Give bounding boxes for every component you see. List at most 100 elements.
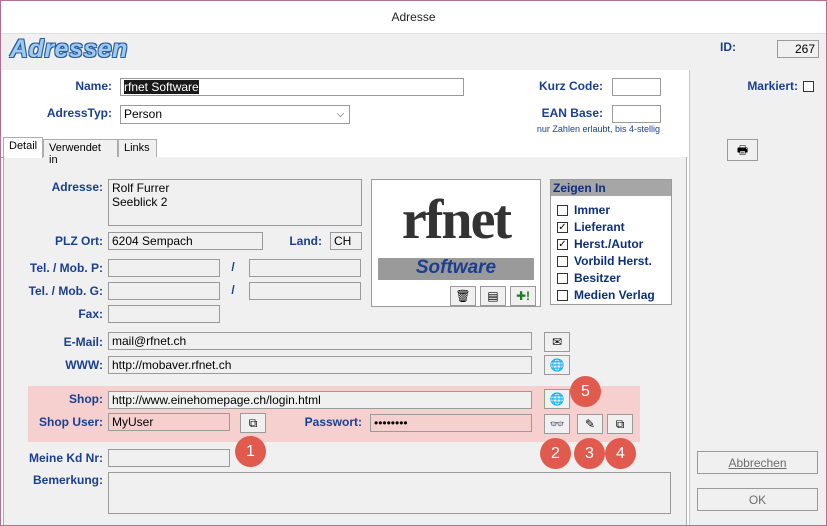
mail-icon: ✉ bbox=[551, 335, 563, 349]
adresstyp-label: AdressTyp: bbox=[46, 106, 112, 120]
show-password-button[interactable]: 👓 bbox=[544, 414, 570, 434]
email-field[interactable]: mail@rfnet.ch bbox=[108, 332, 532, 350]
adresse-line-1: Rolf Furrer bbox=[112, 181, 170, 195]
ok-button[interactable]: OK bbox=[697, 488, 818, 511]
window-title: Adresse bbox=[391, 10, 436, 24]
adresse-line-2: Seeblick 2 bbox=[112, 195, 168, 209]
zeigen-in-item-label: Immer bbox=[574, 203, 611, 217]
tab-detail[interactable]: Detail bbox=[3, 137, 43, 158]
zeigen-in-checkbox[interactable] bbox=[557, 273, 568, 284]
checkmark-icon[interactable]: ✓ bbox=[557, 239, 568, 250]
copy-icon: ⧉ bbox=[248, 416, 258, 430]
open-shop-button[interactable]: 🌐 bbox=[544, 389, 570, 409]
globe-icon: 🌐 bbox=[549, 358, 565, 372]
edit-password-button[interactable]: ✎ bbox=[577, 414, 603, 434]
zeigen-in-checkbox[interactable] bbox=[557, 205, 568, 216]
abbrechen-label: Abbrechen bbox=[728, 455, 787, 470]
badge-1: 1 bbox=[235, 436, 266, 467]
plz-label: PLZ Ort: bbox=[55, 234, 103, 248]
markiert-label: Markiert: bbox=[747, 79, 798, 93]
mob-p-field[interactable] bbox=[249, 259, 361, 277]
kdnr-label: Meine Kd Nr: bbox=[28, 451, 103, 465]
bemerkung-field[interactable] bbox=[108, 472, 671, 514]
zeigen-in-item-label: Herst./Autor bbox=[574, 237, 644, 251]
land-field[interactable]: CH bbox=[330, 232, 362, 250]
zeigen-in-item-label: Lieferant bbox=[574, 220, 625, 234]
zeigen-in-checkbox[interactable] bbox=[557, 256, 568, 267]
fax-label: Fax: bbox=[78, 307, 103, 321]
tel-g-field[interactable] bbox=[108, 282, 220, 300]
bemerkung-label: Bemerkung: bbox=[32, 473, 103, 487]
id-field: 267 bbox=[777, 40, 819, 58]
abbrechen-button[interactable]: Abbrechen bbox=[697, 451, 818, 474]
id-label: ID: bbox=[720, 40, 736, 54]
adresse-field[interactable]: Rolf Furrer Seeblick 2 bbox=[108, 179, 362, 226]
tab-links-label: Links bbox=[124, 142, 150, 154]
ean-label: EAN Base: bbox=[541, 106, 603, 120]
logo-text-top: rfnet bbox=[401, 189, 512, 251]
open-www-button[interactable]: 🌐 bbox=[544, 355, 570, 375]
markiert-checkbox[interactable] bbox=[803, 81, 814, 92]
badge-4: 4 bbox=[605, 438, 636, 469]
ok-label: OK bbox=[748, 492, 767, 507]
email-label: E-Mail: bbox=[63, 335, 103, 349]
tab-detail-label: Detail bbox=[9, 140, 38, 152]
name-label: Name: bbox=[75, 79, 112, 93]
delete-image-button[interactable]: 🗑 bbox=[450, 286, 476, 306]
glasses-icon: 👓 bbox=[549, 417, 565, 431]
send-email-button[interactable]: ✉ bbox=[544, 332, 570, 352]
name-field[interactable]: rfnet Software bbox=[120, 78, 464, 96]
shopuser-label: Shop User: bbox=[38, 415, 103, 429]
logo-box: rfnet Software 🗑 ▤ ✚! bbox=[371, 179, 541, 307]
shop-field[interactable]: http://www.einehomepage.ch/login.html bbox=[108, 391, 532, 409]
window-titlebar: Adresse bbox=[0, 0, 827, 34]
passwort-field[interactable]: •••••••• bbox=[370, 414, 532, 432]
add-image-button[interactable]: ✚! bbox=[510, 286, 536, 306]
name-value: rfnet Software bbox=[124, 80, 199, 94]
image-load-icon: ▤ bbox=[487, 289, 499, 303]
kurzcode-field[interactable] bbox=[612, 78, 661, 96]
ean-hint: nur Zahlen erlaubt, bis 4-stellig bbox=[536, 124, 660, 134]
ean-field[interactable] bbox=[612, 105, 661, 123]
tel-p-separator: / bbox=[231, 260, 235, 274]
zeigen-in-item-label: Vorbild Herst. bbox=[574, 254, 652, 268]
globe-icon: 🌐 bbox=[549, 392, 565, 406]
tel-g-separator: / bbox=[231, 283, 235, 297]
kurzcode-label: Kurz Code: bbox=[539, 79, 603, 93]
adresse-label: Adresse: bbox=[51, 180, 103, 194]
tel-g-label: Tel. / Mob. G: bbox=[28, 284, 103, 298]
badge-5: 5 bbox=[570, 376, 601, 407]
badge-2: 2 bbox=[540, 438, 571, 469]
adresstyp-select[interactable]: Person bbox=[120, 105, 350, 124]
plus-icon: ✚! bbox=[515, 289, 531, 303]
badge-3: 3 bbox=[574, 438, 605, 469]
chevron-down-icon[interactable]: ⌵ bbox=[332, 106, 349, 123]
fax-field[interactable] bbox=[108, 305, 220, 323]
zeigen-in-item-label: Besitzer bbox=[574, 271, 621, 285]
passwort-label: Passwort: bbox=[304, 415, 362, 429]
www-field[interactable]: http://mobaver.rfnet.ch bbox=[108, 356, 532, 374]
tel-p-field[interactable] bbox=[108, 259, 220, 277]
copy-user-button[interactable]: ⧉ bbox=[240, 413, 266, 433]
printer-icon: 🖶 bbox=[736, 143, 749, 157]
mob-g-field[interactable] bbox=[249, 282, 361, 300]
www-label: WWW: bbox=[65, 358, 103, 372]
load-image-button[interactable]: ▤ bbox=[480, 286, 506, 306]
edit-icon: ✎ bbox=[584, 417, 596, 431]
zeigen-in-title: Zeigen In bbox=[551, 180, 671, 196]
zeigen-in-checkbox[interactable] bbox=[557, 290, 568, 301]
logo-text-bottom: Software bbox=[415, 257, 497, 278]
logo-image: rfnet Software bbox=[376, 184, 536, 282]
print-button[interactable]: 🖶 bbox=[727, 139, 758, 161]
shop-label: Shop: bbox=[69, 392, 103, 406]
adresstyp-value: Person bbox=[124, 107, 163, 121]
shopuser-field[interactable]: MyUser bbox=[108, 413, 230, 431]
kdnr-field[interactable] bbox=[108, 449, 230, 467]
plz-field[interactable]: 6204 Sempach bbox=[108, 232, 263, 250]
tel-p-label: Tel. / Mob. P: bbox=[29, 261, 103, 275]
checkmark-icon[interactable]: ✓ bbox=[557, 222, 568, 233]
copy-icon: ⧉ bbox=[615, 417, 625, 431]
copy-password-button[interactable]: ⧉ bbox=[607, 414, 633, 434]
tab-links[interactable]: Links bbox=[118, 139, 157, 157]
tab-verwendet-in[interactable]: Verwendet in bbox=[43, 139, 118, 166]
